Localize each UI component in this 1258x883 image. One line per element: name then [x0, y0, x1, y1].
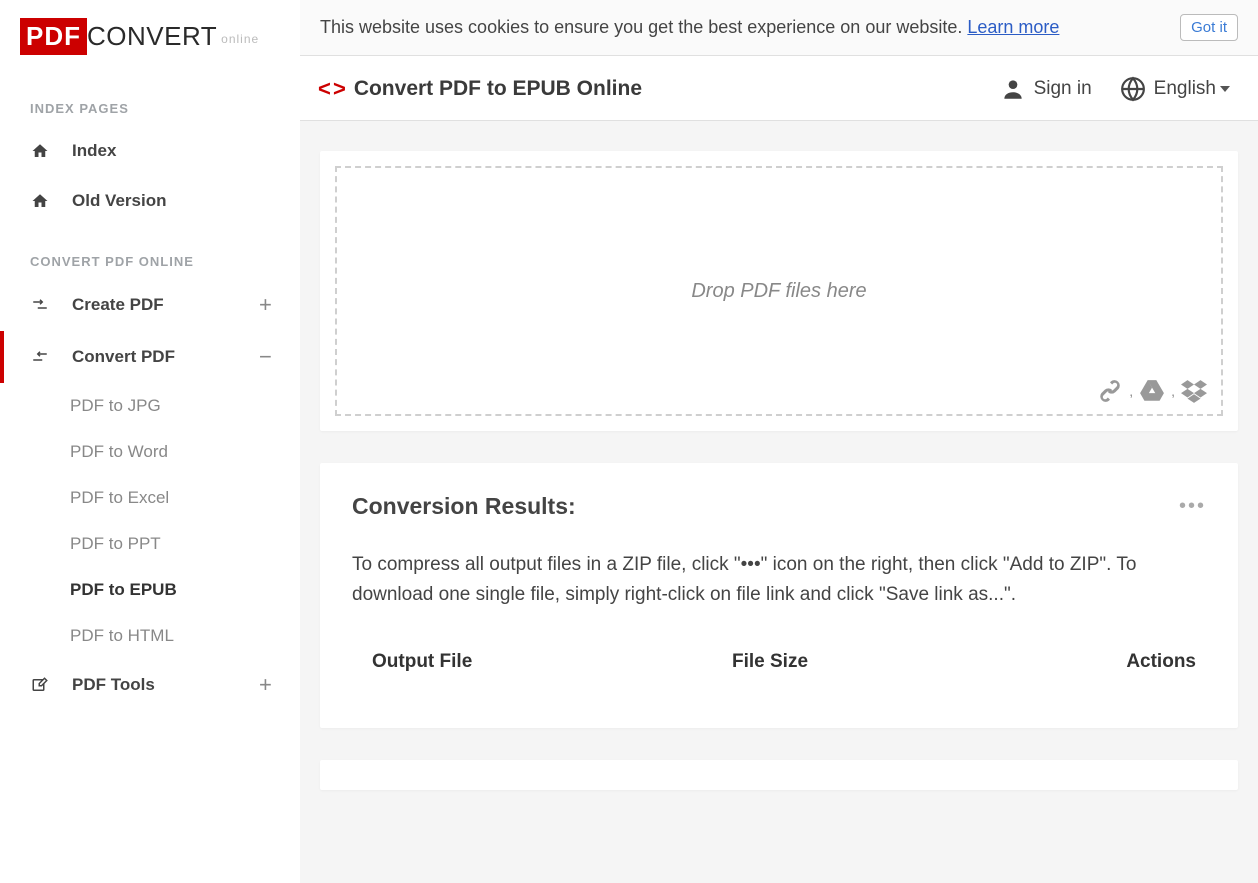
home-icon — [30, 191, 50, 211]
nav-create-pdf[interactable]: Create PDF + — [0, 279, 300, 331]
sub-pdf-to-html[interactable]: PDF to HTML — [0, 613, 300, 659]
logo-online: online — [221, 32, 259, 46]
edit-icon — [30, 675, 50, 695]
cookie-banner: This website uses cookies to ensure you … — [300, 0, 1258, 56]
more-options-icon[interactable]: ••• — [1179, 495, 1206, 518]
nav-index[interactable]: Index — [0, 126, 300, 176]
chevron-down-icon — [1220, 86, 1230, 92]
main: This website uses cookies to ensure you … — [300, 0, 1258, 883]
dropbox-icon[interactable] — [1181, 379, 1207, 403]
code-icon: < > — [318, 76, 344, 102]
logo-pdf: PDF — [20, 18, 87, 55]
globe-icon — [1120, 76, 1146, 102]
expand-icon[interactable]: + — [259, 294, 275, 316]
results-table-header: Output File File Size Actions — [352, 651, 1206, 673]
topbar: < > Convert PDF to EPUB Online Sign in E… — [300, 56, 1258, 121]
learn-more-link[interactable]: Learn more — [967, 17, 1059, 37]
nav-label: Index — [72, 141, 275, 161]
expand-icon[interactable]: + — [259, 674, 275, 696]
dropzone-text: Drop PDF files here — [691, 280, 866, 303]
page-title: Convert PDF to EPUB Online — [354, 77, 642, 101]
nav-pdf-tools[interactable]: PDF Tools + — [0, 659, 300, 711]
section-header-convert: CONVERT PDF ONLINE — [0, 226, 300, 279]
dropzone[interactable]: Drop PDF files here , , — [335, 166, 1223, 416]
language-label: English — [1154, 78, 1216, 100]
google-drive-icon[interactable] — [1139, 379, 1165, 403]
cookie-text: This website uses cookies to ensure you … — [320, 17, 1168, 38]
results-title: Conversion Results: — [352, 493, 1179, 520]
dropzone-card: Drop PDF files here , , — [320, 151, 1238, 431]
col-actions: Actions — [1056, 651, 1206, 673]
bottom-card — [320, 760, 1238, 790]
collapse-icon[interactable]: − — [259, 346, 275, 368]
nav-label: Old Version — [72, 191, 275, 211]
results-card: Conversion Results: ••• To compress all … — [320, 463, 1238, 728]
logo-convert: CONVERT — [87, 21, 217, 52]
col-output: Output File — [352, 651, 732, 673]
home-icon — [30, 141, 50, 161]
content: Drop PDF files here , , — [300, 121, 1258, 883]
nav-label: PDF Tools — [72, 675, 259, 695]
sidebar: PDF CONVERT online INDEX PAGES Index Old… — [0, 0, 300, 883]
logo[interactable]: PDF CONVERT online — [0, 18, 300, 73]
nav-label: Create PDF — [72, 295, 259, 315]
sub-pdf-to-excel[interactable]: PDF to Excel — [0, 475, 300, 521]
section-header-index: INDEX PAGES — [0, 73, 300, 126]
sub-pdf-to-ppt[interactable]: PDF to PPT — [0, 521, 300, 567]
got-it-button[interactable]: Got it — [1180, 14, 1238, 41]
sub-pdf-to-jpg[interactable]: PDF to JPG — [0, 383, 300, 429]
sign-in-link[interactable]: Sign in — [1000, 76, 1092, 102]
sign-in-label: Sign in — [1034, 78, 1092, 100]
swap-left-icon — [30, 347, 50, 367]
nav-old-version[interactable]: Old Version — [0, 176, 300, 226]
nav-convert-pdf[interactable]: Convert PDF − — [0, 331, 300, 383]
sub-pdf-to-epub[interactable]: PDF to EPUB — [0, 567, 300, 613]
user-icon — [1000, 76, 1026, 102]
sub-pdf-to-word[interactable]: PDF to Word — [0, 429, 300, 475]
swap-right-icon — [30, 295, 50, 315]
nav-label: Convert PDF — [72, 347, 259, 367]
upload-sources: , , — [1097, 378, 1207, 404]
results-description: To compress all output files in a ZIP fi… — [352, 550, 1206, 611]
link-icon[interactable] — [1097, 378, 1123, 404]
language-select[interactable]: English — [1120, 76, 1230, 102]
col-size: File Size — [732, 651, 1056, 673]
